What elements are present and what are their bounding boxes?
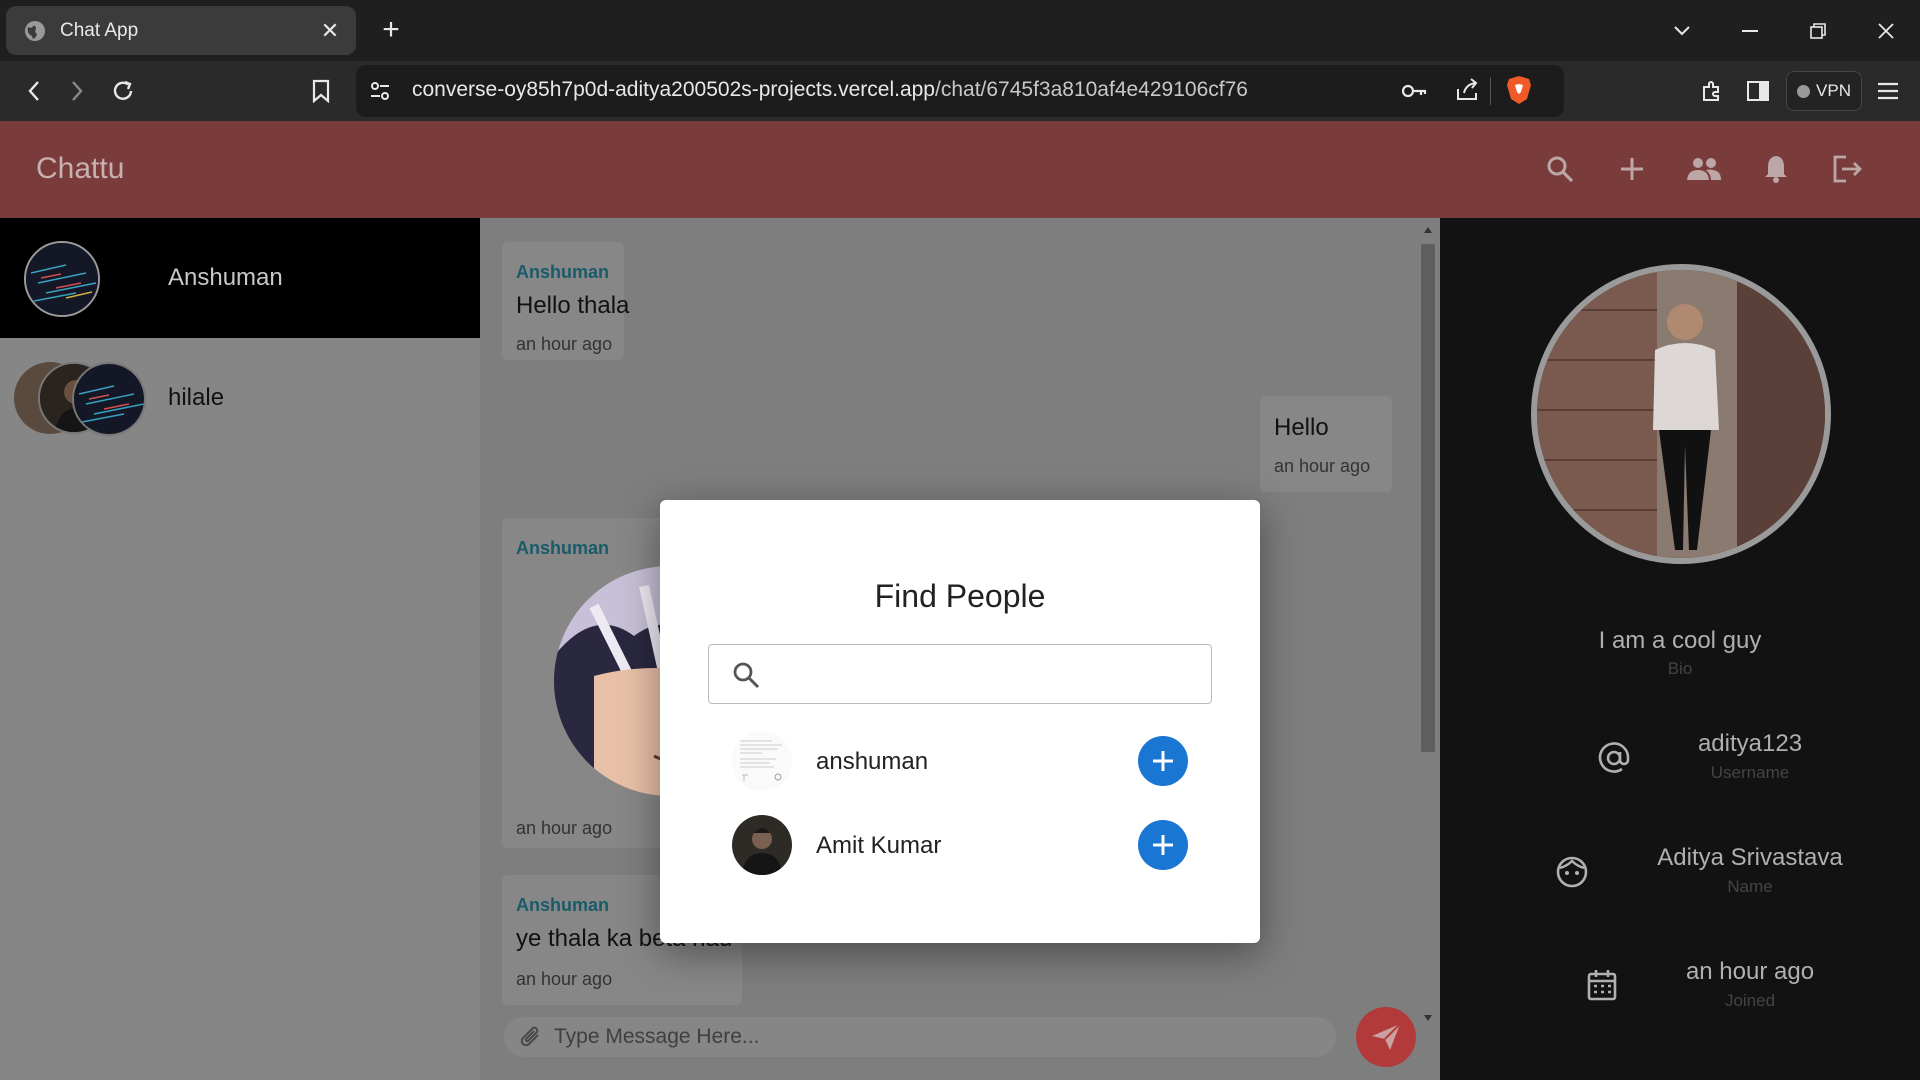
key-icon[interactable] xyxy=(1400,79,1428,108)
group-icon[interactable] xyxy=(1684,149,1724,189)
message-time: an hour ago xyxy=(516,334,613,354)
message-sender: Anshuman xyxy=(516,538,610,558)
browser-tab-bar: Chat App ✕ + xyxy=(0,0,1920,61)
person-row: anshuman xyxy=(732,731,1188,791)
find-people-dialog: Find People anshuman Amit Kumar xyxy=(660,500,1260,943)
message-time: an hour ago xyxy=(516,969,613,989)
scroll-up-icon[interactable] xyxy=(1423,226,1433,234)
chat-list: Anshuman hilale xyxy=(0,218,480,1080)
profile-joined-label: Joined xyxy=(1724,991,1776,1010)
search-icon[interactable] xyxy=(1540,149,1580,189)
scrollbar-thumb[interactable] xyxy=(1421,244,1435,752)
app-brand: Chattu xyxy=(36,152,125,185)
add-friend-button[interactable] xyxy=(1138,736,1188,786)
avatar xyxy=(72,362,146,436)
at-sign-icon xyxy=(1596,740,1632,776)
browser-toolbar: converse-oy85h7p0d-aditya200502s-project… xyxy=(0,61,1920,121)
bell-icon[interactable] xyxy=(1756,149,1796,189)
profile-username-label: Username xyxy=(1710,763,1790,782)
chat-name: hilale xyxy=(168,384,225,411)
message-text: Hello thala xyxy=(516,292,630,319)
menu-icon[interactable] xyxy=(1871,74,1905,108)
search-icon xyxy=(731,660,761,695)
add-friend-button[interactable] xyxy=(1138,820,1188,870)
plus-icon xyxy=(1153,835,1173,855)
profile-joined: an hour ago xyxy=(1685,958,1815,985)
site-settings-icon[interactable] xyxy=(368,79,392,108)
avatar xyxy=(732,731,792,791)
message-bubble: Hello an hour ago xyxy=(1260,396,1392,492)
vpn-status-icon xyxy=(1797,84,1811,98)
reload-icon[interactable] xyxy=(106,74,140,108)
message-bubble: Anshuman Hello thala an hour ago xyxy=(502,242,629,360)
forward-icon[interactable] xyxy=(60,74,94,108)
person-row: Amit Kumar xyxy=(732,815,1188,875)
bookmark-icon[interactable] xyxy=(304,74,338,108)
chat-app: Chattu Anshuman hilale Anshuman Hello th… xyxy=(0,121,1920,1080)
profile-bio-label: Bio xyxy=(1667,659,1693,678)
globe-icon xyxy=(24,20,46,42)
tab-title: Chat App xyxy=(60,19,139,41)
scroll-down-icon[interactable] xyxy=(1423,1014,1433,1022)
profile-bio: I am a cool guy xyxy=(1598,627,1762,654)
profile-name: Aditya Srivastava xyxy=(1657,844,1843,871)
chat-item-anshuman[interactable]: Anshuman xyxy=(0,218,480,338)
attachment-icon[interactable] xyxy=(518,1023,544,1058)
people-search-box[interactable] xyxy=(708,644,1212,704)
message-text: Hello xyxy=(1274,414,1329,441)
extensions-icon[interactable] xyxy=(1695,74,1729,108)
chat-item-hilale[interactable]: hilale xyxy=(0,338,480,458)
message-time: an hour ago xyxy=(516,818,613,838)
close-window-icon[interactable] xyxy=(1852,0,1920,61)
address-bar[interactable]: converse-oy85h7p0d-aditya200502s-project… xyxy=(356,65,1564,117)
send-button[interactable] xyxy=(1356,1007,1416,1067)
logout-icon[interactable] xyxy=(1828,149,1868,189)
people-search-input[interactable] xyxy=(769,659,1189,689)
new-tab-button[interactable]: + xyxy=(376,12,406,48)
divider xyxy=(1490,77,1491,105)
back-icon[interactable] xyxy=(17,74,51,108)
profile-name-label: Name xyxy=(1727,877,1773,896)
url-text: converse-oy85h7p0d-aditya200502s-project… xyxy=(412,78,1248,101)
sidebar-toggle-icon[interactable] xyxy=(1741,74,1775,108)
send-icon xyxy=(1372,1023,1401,1050)
profile-username: aditya123 xyxy=(1697,730,1803,757)
profile-panel: I am a cool guy Bio aditya123 Username A… xyxy=(1440,218,1920,1080)
close-tab-icon[interactable]: ✕ xyxy=(318,18,342,44)
calendar-icon xyxy=(1584,967,1620,1003)
browser-tab[interactable]: Chat App ✕ xyxy=(6,6,356,55)
tab-search-icon[interactable] xyxy=(1648,0,1716,61)
restore-icon[interactable] xyxy=(1784,0,1852,61)
person-name: Amit Kumar xyxy=(816,832,942,859)
share-icon[interactable] xyxy=(1454,77,1480,108)
avatar xyxy=(24,241,100,317)
add-icon[interactable] xyxy=(1612,149,1652,189)
avatar xyxy=(732,815,792,875)
message-composer xyxy=(504,1017,1336,1057)
chat-name: Anshuman xyxy=(168,264,283,291)
face-icon xyxy=(1554,854,1590,890)
dialog-title: Find People xyxy=(874,578,1046,614)
message-sender: Anshuman xyxy=(516,262,610,282)
brave-shield-icon[interactable] xyxy=(1506,75,1532,110)
plus-icon xyxy=(1153,751,1173,771)
message-sender: Anshuman xyxy=(516,895,610,915)
profile-avatar xyxy=(1531,264,1831,564)
scrollbar[interactable] xyxy=(1417,218,1440,1032)
message-time: an hour ago xyxy=(1274,456,1371,476)
minimize-icon[interactable] xyxy=(1716,0,1784,61)
vpn-button[interactable]: VPN xyxy=(1786,71,1862,111)
message-input[interactable] xyxy=(554,1023,1254,1051)
person-name: anshuman xyxy=(816,748,929,775)
app-header: Chattu xyxy=(0,121,1920,218)
